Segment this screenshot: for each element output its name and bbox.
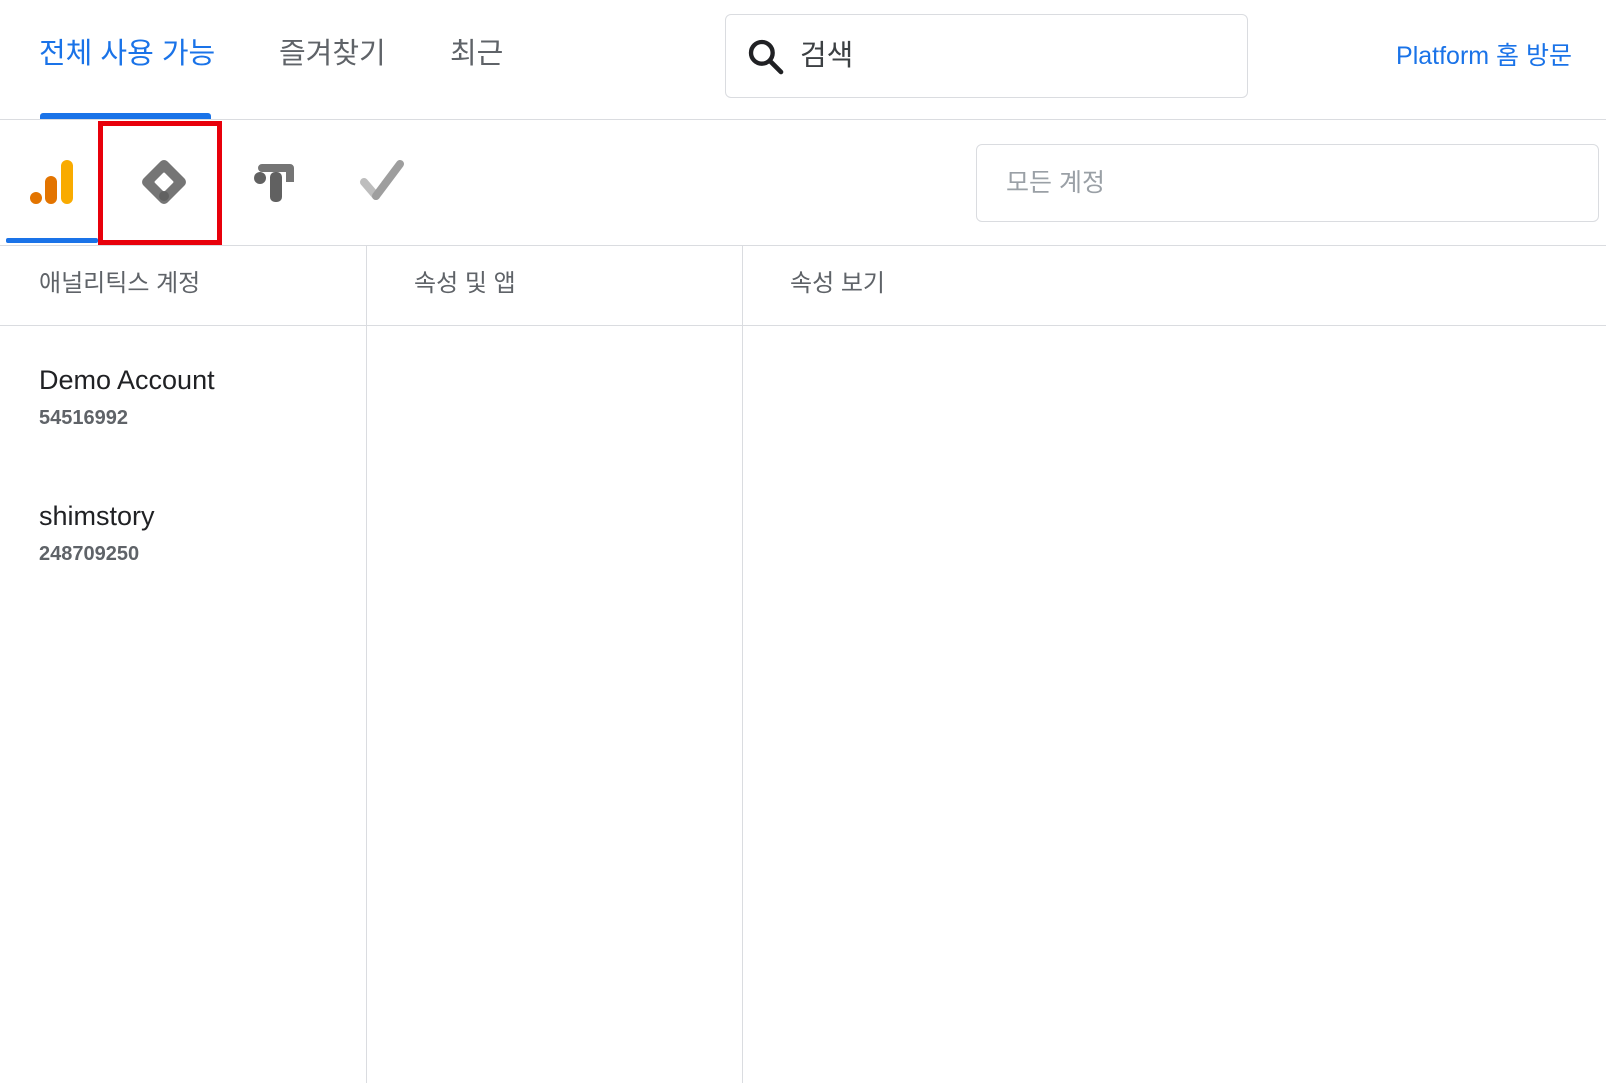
column-header-views: 속성 보기 — [790, 270, 885, 297]
product-optimize-button[interactable] — [216, 120, 324, 244]
product-tag-manager-button[interactable] — [108, 120, 216, 244]
column-divider — [742, 246, 743, 1083]
account-filter-field[interactable] — [976, 144, 1599, 222]
account-list-item[interactable]: shimstory 248709250 — [0, 498, 366, 618]
account-name: Demo Account — [39, 365, 215, 395]
account-id: 248709250 — [39, 543, 140, 565]
search-box[interactable]: 검색 — [725, 14, 1248, 98]
tag-manager-icon — [142, 160, 186, 204]
search-placeholder: 검색 — [800, 40, 854, 72]
active-tab-indicator — [40, 113, 211, 119]
tab-favorites[interactable]: 즐겨찾기 — [279, 34, 386, 74]
account-filter-input[interactable] — [978, 146, 1597, 220]
account-picker-page: 전체 사용 가능 즐겨찾기 최근 검색 Platform 홈 방문 모든 계정 … — [0, 0, 1606, 1083]
column-header-accounts: 애널리틱스 계정 — [39, 270, 201, 297]
column-divider — [366, 246, 367, 1083]
tab-recent[interactable]: 최근 — [450, 34, 503, 74]
account-name: shimstory — [39, 501, 155, 531]
surveys-icon — [360, 160, 404, 200]
product-analytics-button[interactable] — [0, 120, 108, 244]
search-icon — [748, 39, 784, 75]
product-surveys-button[interactable] — [324, 120, 432, 244]
account-list-item[interactable]: Demo Account 54516992 — [0, 362, 366, 482]
column-header-properties: 속성 및 앱 — [414, 270, 516, 297]
column-header-row: 애널리틱스 계정 속성 및 앱 속성 보기 — [0, 246, 1606, 326]
platform-home-link[interactable]: Platform 홈 방문 — [1396, 38, 1572, 74]
analytics-icon — [30, 160, 73, 204]
optimize-icon — [254, 164, 294, 202]
product-switcher — [0, 120, 1606, 246]
top-bar: 전체 사용 가능 즐겨찾기 최근 검색 Platform 홈 방문 — [0, 0, 1606, 120]
active-product-indicator — [6, 238, 98, 243]
tab-all-available[interactable]: 전체 사용 가능 — [39, 34, 215, 74]
account-id: 54516992 — [39, 407, 128, 429]
